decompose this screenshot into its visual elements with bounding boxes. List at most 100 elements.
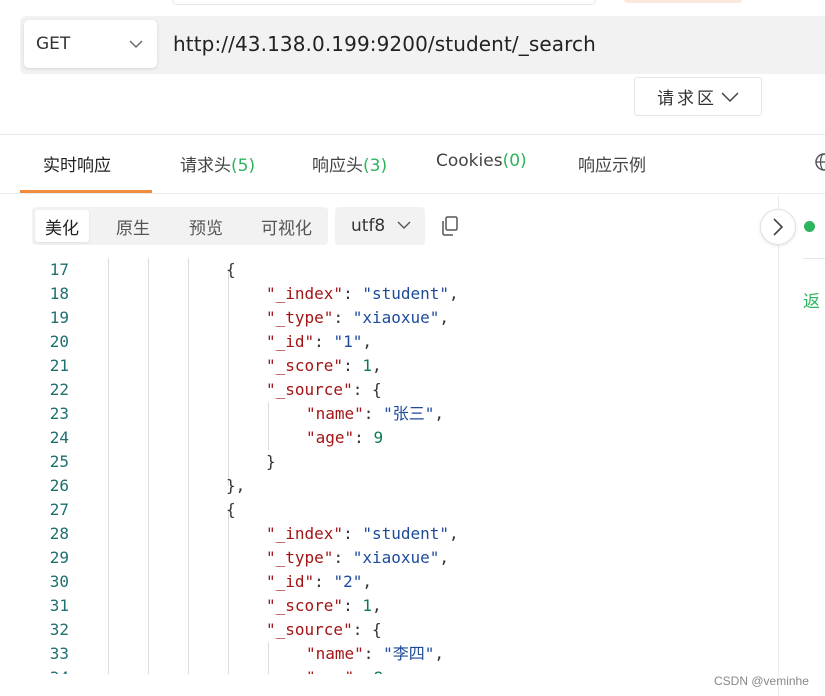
json-string: "2" xyxy=(333,572,363,591)
tab-count: (5) xyxy=(231,156,256,176)
code-text: "_type": "xiaoxue", xyxy=(266,306,449,330)
json-punct: , xyxy=(434,644,444,663)
code-text: "_id": "2", xyxy=(266,570,372,594)
view-raw-button[interactable]: 原生 xyxy=(106,210,160,242)
json-punct: , xyxy=(439,308,450,327)
code-text: "name": "李四", xyxy=(306,642,444,666)
json-punct: { xyxy=(226,260,236,279)
json-key: "age" xyxy=(306,668,354,674)
tab-label: 请求头 xyxy=(180,156,231,176)
line-number: 18 xyxy=(49,284,69,303)
copy-button[interactable] xyxy=(432,207,468,245)
code-line: 29 "_type": "xiaoxue", xyxy=(0,546,778,570)
line-number: 21 xyxy=(49,356,69,375)
json-key: "age" xyxy=(306,428,355,447)
code-text: "age": 9 xyxy=(306,426,383,450)
request-area-label: 请求区 xyxy=(657,89,717,109)
json-punct: : { xyxy=(352,620,382,639)
json-key: "name" xyxy=(306,644,364,663)
code-line: 25} xyxy=(0,450,778,474)
view-pretty-button[interactable]: 美化 xyxy=(35,210,89,242)
line-number: 32 xyxy=(49,620,69,639)
url-bar: GET http://43.138.0.199:9200/student/_se… xyxy=(20,16,825,74)
json-key: "_type" xyxy=(266,308,334,327)
tab-response-headers[interactable]: 响应头(3) xyxy=(312,151,387,176)
line-number: 33 xyxy=(49,644,69,663)
tab-label: 响应示例 xyxy=(578,156,646,176)
json-string: "1" xyxy=(333,332,363,351)
code-text: "_type": "xiaoxue", xyxy=(266,546,449,570)
top-strip xyxy=(0,0,825,6)
json-key: "name" xyxy=(306,404,364,423)
tab-request-headers[interactable]: 请求头(5) xyxy=(180,151,255,176)
json-punct: }, xyxy=(226,476,246,495)
json-punct: : xyxy=(333,308,353,327)
json-key: "_score" xyxy=(266,356,344,375)
tab-count: (3) xyxy=(363,156,388,176)
json-number: 8 xyxy=(373,668,383,674)
code-line: 17 { xyxy=(0,258,778,282)
json-punct: : { xyxy=(352,380,382,399)
json-punct: , xyxy=(362,572,372,591)
encoding-select[interactable]: utf8 xyxy=(335,207,425,245)
response-body[interactable]: 17{18 "_index": "student", 19 "_type": "xia… xyxy=(0,258,778,674)
json-punct: : xyxy=(343,524,363,543)
copy-icon xyxy=(442,216,458,236)
panel-divider[interactable] xyxy=(778,195,779,696)
code-line: 33 "name": "李四", xyxy=(0,642,778,666)
code-line: 32 "_source": { xyxy=(0,618,778,642)
view-visualize-button[interactable]: 可视化 xyxy=(251,210,322,242)
json-string: "xiaoxue" xyxy=(352,548,440,567)
code-text: { xyxy=(226,498,236,522)
code-text: "_source": { xyxy=(266,618,382,642)
code-line: 19 "_type": "xiaoxue", xyxy=(0,306,778,330)
method-value: GET xyxy=(36,34,71,54)
code-text: "_index": "student", xyxy=(266,522,459,546)
line-number: 19 xyxy=(49,308,69,327)
tab-cookies[interactable]: Cookies(0) xyxy=(436,151,527,171)
view-mode-group: 美化 原生 预览 可视化 xyxy=(32,207,328,245)
divider xyxy=(803,258,825,259)
json-key: "_source" xyxy=(266,380,353,399)
code-line: 21 "_score": 1, xyxy=(0,354,778,378)
tab-label: Cookies xyxy=(436,151,503,171)
json-key: "_index" xyxy=(266,284,344,303)
tab-response-example[interactable]: 响应示例 xyxy=(578,151,646,176)
code-line: 27 { xyxy=(0,498,778,522)
line-number: 27 xyxy=(49,500,69,519)
line-number: 30 xyxy=(49,572,69,591)
json-key: "_id" xyxy=(266,572,315,591)
json-punct: : xyxy=(314,332,334,351)
json-string: "李四" xyxy=(383,644,435,663)
encoding-value: utf8 xyxy=(351,216,386,236)
code-line: 26}, xyxy=(0,474,778,498)
code-line: 18 "_index": "student", xyxy=(0,282,778,306)
json-punct: : xyxy=(354,428,374,447)
json-punct: , xyxy=(434,404,444,423)
json-punct: : xyxy=(354,668,373,674)
code-text: "_id": "1", xyxy=(266,330,372,354)
chevron-down-icon xyxy=(397,221,411,229)
json-punct: , xyxy=(439,548,450,567)
side-link[interactable]: 返 xyxy=(803,287,820,312)
previous-panel-edge xyxy=(172,0,596,5)
line-number: 31 xyxy=(49,596,69,615)
json-punct: , xyxy=(449,284,459,303)
code-text: } xyxy=(266,450,276,474)
tab-live-response[interactable]: 实时响应 xyxy=(43,151,111,176)
collapse-panel-button[interactable] xyxy=(760,209,796,245)
request-area-toggle[interactable]: 请求区 xyxy=(634,77,762,116)
json-number: 1 xyxy=(362,596,372,615)
code-text: { xyxy=(226,258,236,282)
code-line: 30 "_id": "2", xyxy=(0,570,778,594)
line-number: 24 xyxy=(49,428,69,447)
previous-tab-edge xyxy=(624,0,742,3)
json-punct: : xyxy=(363,644,384,663)
json-punct: : xyxy=(343,356,363,375)
method-select[interactable]: GET xyxy=(24,20,157,68)
globe-icon[interactable] xyxy=(814,152,825,172)
view-preview-button[interactable]: 预览 xyxy=(179,210,233,242)
url-input[interactable]: http://43.138.0.199:9200/student/_search xyxy=(173,32,596,56)
json-punct: : xyxy=(333,548,353,567)
line-number: 23 xyxy=(49,404,69,423)
